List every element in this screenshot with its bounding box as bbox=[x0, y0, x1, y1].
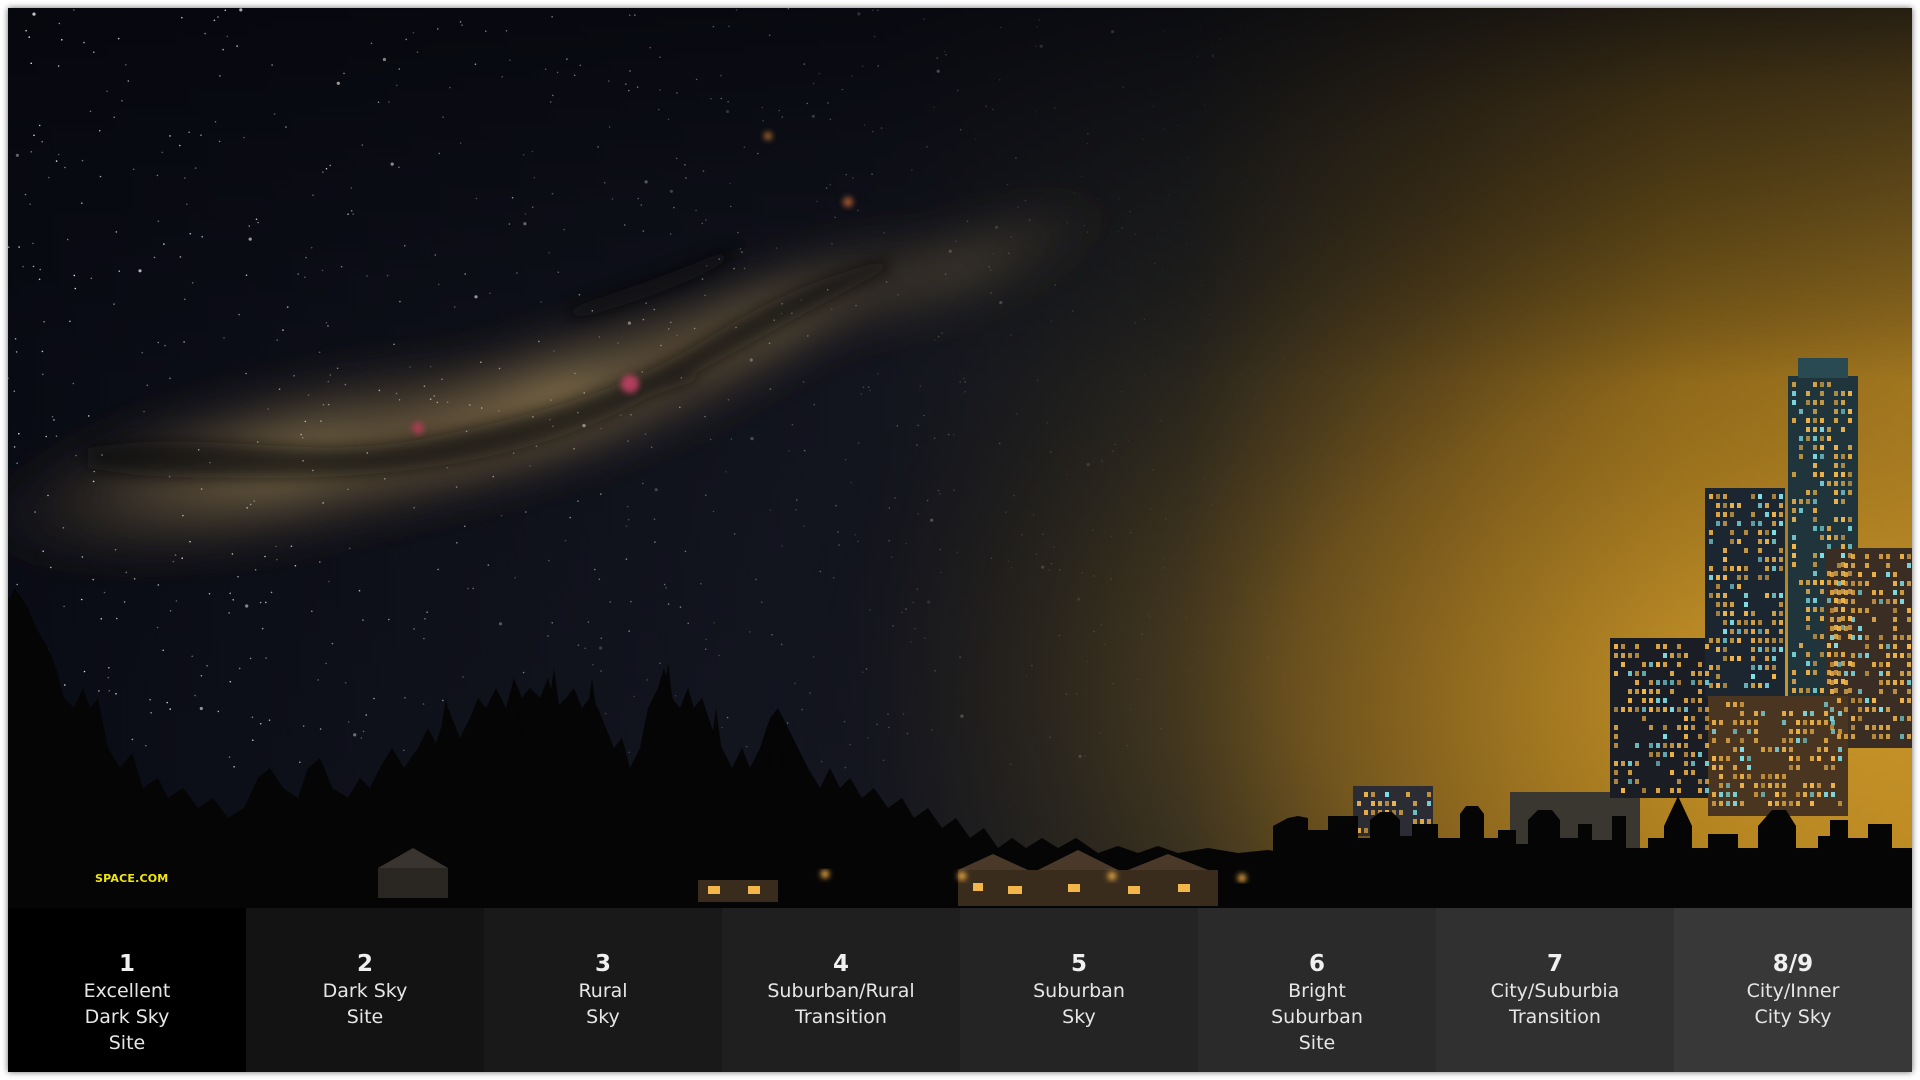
bortle-class-2: 2 Dark Sky Site bbox=[246, 908, 484, 1072]
bortle-class-4: 4 Suburban/Rural Transition bbox=[722, 908, 960, 1072]
bortle-class-number: 3 bbox=[594, 951, 611, 977]
bortle-class-number: 6 bbox=[1308, 951, 1325, 977]
bortle-class-1: 1 Excellent Dark Sky Site bbox=[8, 908, 246, 1072]
bortle-class-label: Dark Sky Site bbox=[322, 980, 408, 1028]
bortle-class-label: Suburban Sky bbox=[1033, 980, 1125, 1028]
bortle-class-6: 6 Bright Suburban Site bbox=[1198, 908, 1436, 1072]
bortle-class-number: 7 bbox=[1546, 951, 1563, 977]
bortle-class-label: Excellent Dark Sky Site bbox=[83, 980, 171, 1054]
bortle-class-label: City/Inner City Sky bbox=[1746, 980, 1840, 1028]
bortle-class-number: 4 bbox=[832, 951, 849, 977]
bortle-class-5: 5 Suburban Sky bbox=[960, 908, 1198, 1072]
bortle-scale-image: SPACE.COM 1 Excellent Dark Sky Site 2 Dark … bbox=[8, 8, 1912, 1072]
bortle-class-label: Suburban/Rural Transition bbox=[767, 980, 915, 1028]
bortle-class-7: 7 City/Suburbia Transition bbox=[1436, 908, 1674, 1072]
bortle-class-8: 8/9 City/Inner City Sky bbox=[1674, 908, 1912, 1072]
bortle-class-3: 3 Rural Sky bbox=[484, 908, 722, 1072]
bortle-class-label: City/Suburbia Transition bbox=[1490, 980, 1620, 1028]
bortle-class-number: 8/9 bbox=[1772, 951, 1814, 977]
bortle-class-number: 5 bbox=[1070, 951, 1087, 977]
bortle-class-number: 1 bbox=[118, 951, 135, 977]
watermark-logo: SPACE.COM bbox=[95, 872, 169, 885]
bortle-scale-bar: 1 Excellent Dark Sky Site 2 Dark Sky Site 3 R… bbox=[8, 908, 1912, 1072]
bortle-class-label: Rural Sky bbox=[578, 980, 628, 1028]
bortle-class-number: 2 bbox=[356, 951, 373, 977]
bortle-class-label: Bright Suburban Site bbox=[1271, 980, 1363, 1054]
